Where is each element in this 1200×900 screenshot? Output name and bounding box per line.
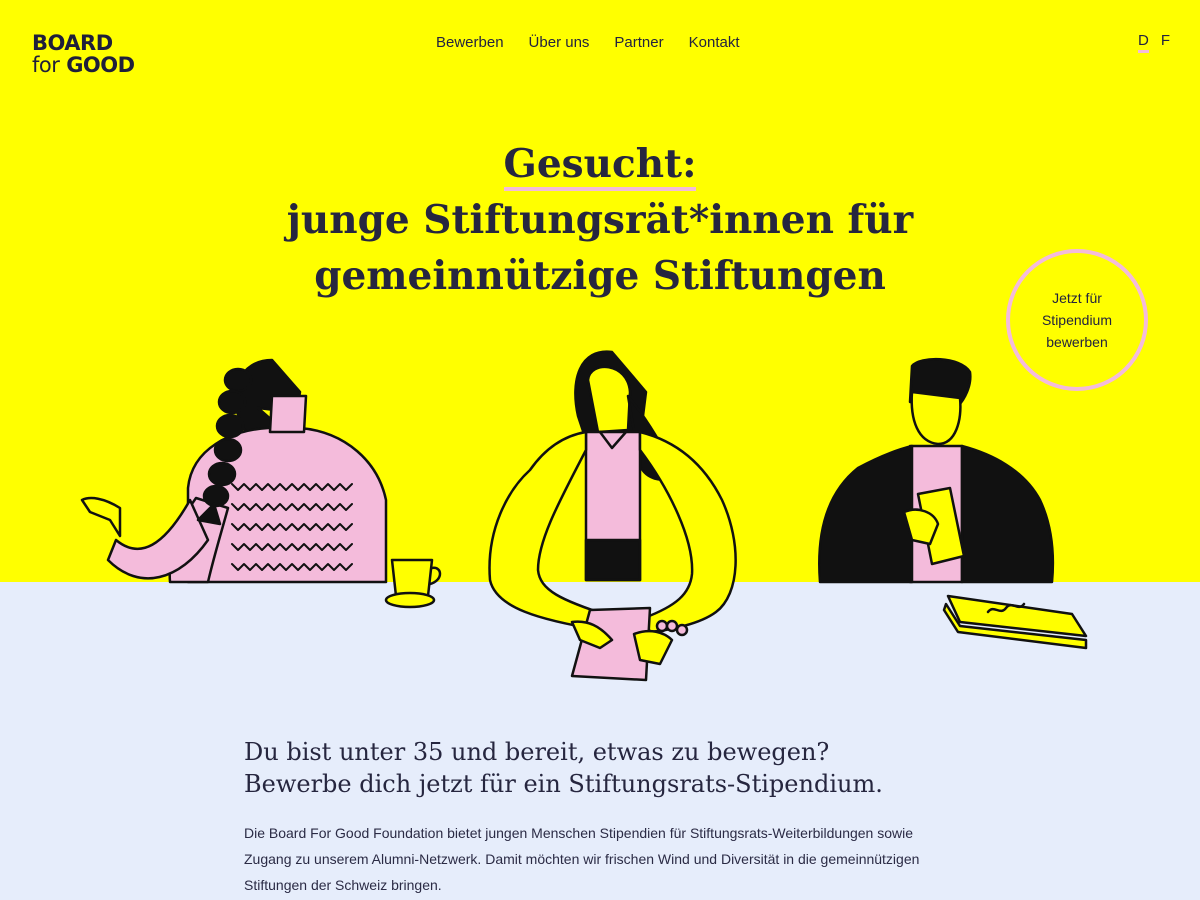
logo-line-1: BOARD — [32, 31, 113, 55]
headline-line-2: junge Stiftungsrät*innen für — [286, 197, 914, 243]
brand-logo[interactable]: BOARD for GOOD — [32, 32, 135, 76]
intro-heading-line-1: Du bist unter 35 und bereit, etwas zu be… — [244, 738, 830, 766]
intro-heading-line-2: Bewerbe dich jetzt für ein Stiftungsrats… — [244, 770, 883, 798]
logo-good: GOOD — [66, 53, 135, 77]
lang-de[interactable]: D — [1138, 32, 1149, 53]
headline-line-3: gemeinnützige Stiftungen — [314, 253, 886, 299]
woman-yellow-jacket — [488, 350, 737, 682]
intro-body: Die Board For Good Foundation bietet jun… — [244, 825, 920, 893]
nav-partner[interactable]: Partner — [614, 34, 663, 51]
intro-copy: Du bist unter 35 und bereit, etwas zu be… — [244, 736, 964, 898]
man-black-jacket — [818, 357, 1088, 650]
people-at-table-illustration — [80, 350, 1088, 682]
main-nav: Bewerben Über uns Partner Kontakt — [436, 34, 740, 51]
headline-kicker: Gesucht: — [503, 141, 697, 191]
nav-ueber-uns[interactable]: Über uns — [529, 34, 590, 51]
lang-fr[interactable]: F — [1161, 32, 1170, 53]
language-switcher: D F — [1138, 32, 1170, 53]
woman-pink-sweater — [80, 358, 442, 609]
logo-for: for — [32, 53, 60, 77]
logo-line-2: for GOOD — [32, 54, 135, 76]
intro-heading: Du bist unter 35 und bereit, etwas zu be… — [244, 736, 964, 800]
nav-kontakt[interactable]: Kontakt — [689, 34, 740, 51]
nav-bewerben[interactable]: Bewerben — [436, 34, 504, 51]
